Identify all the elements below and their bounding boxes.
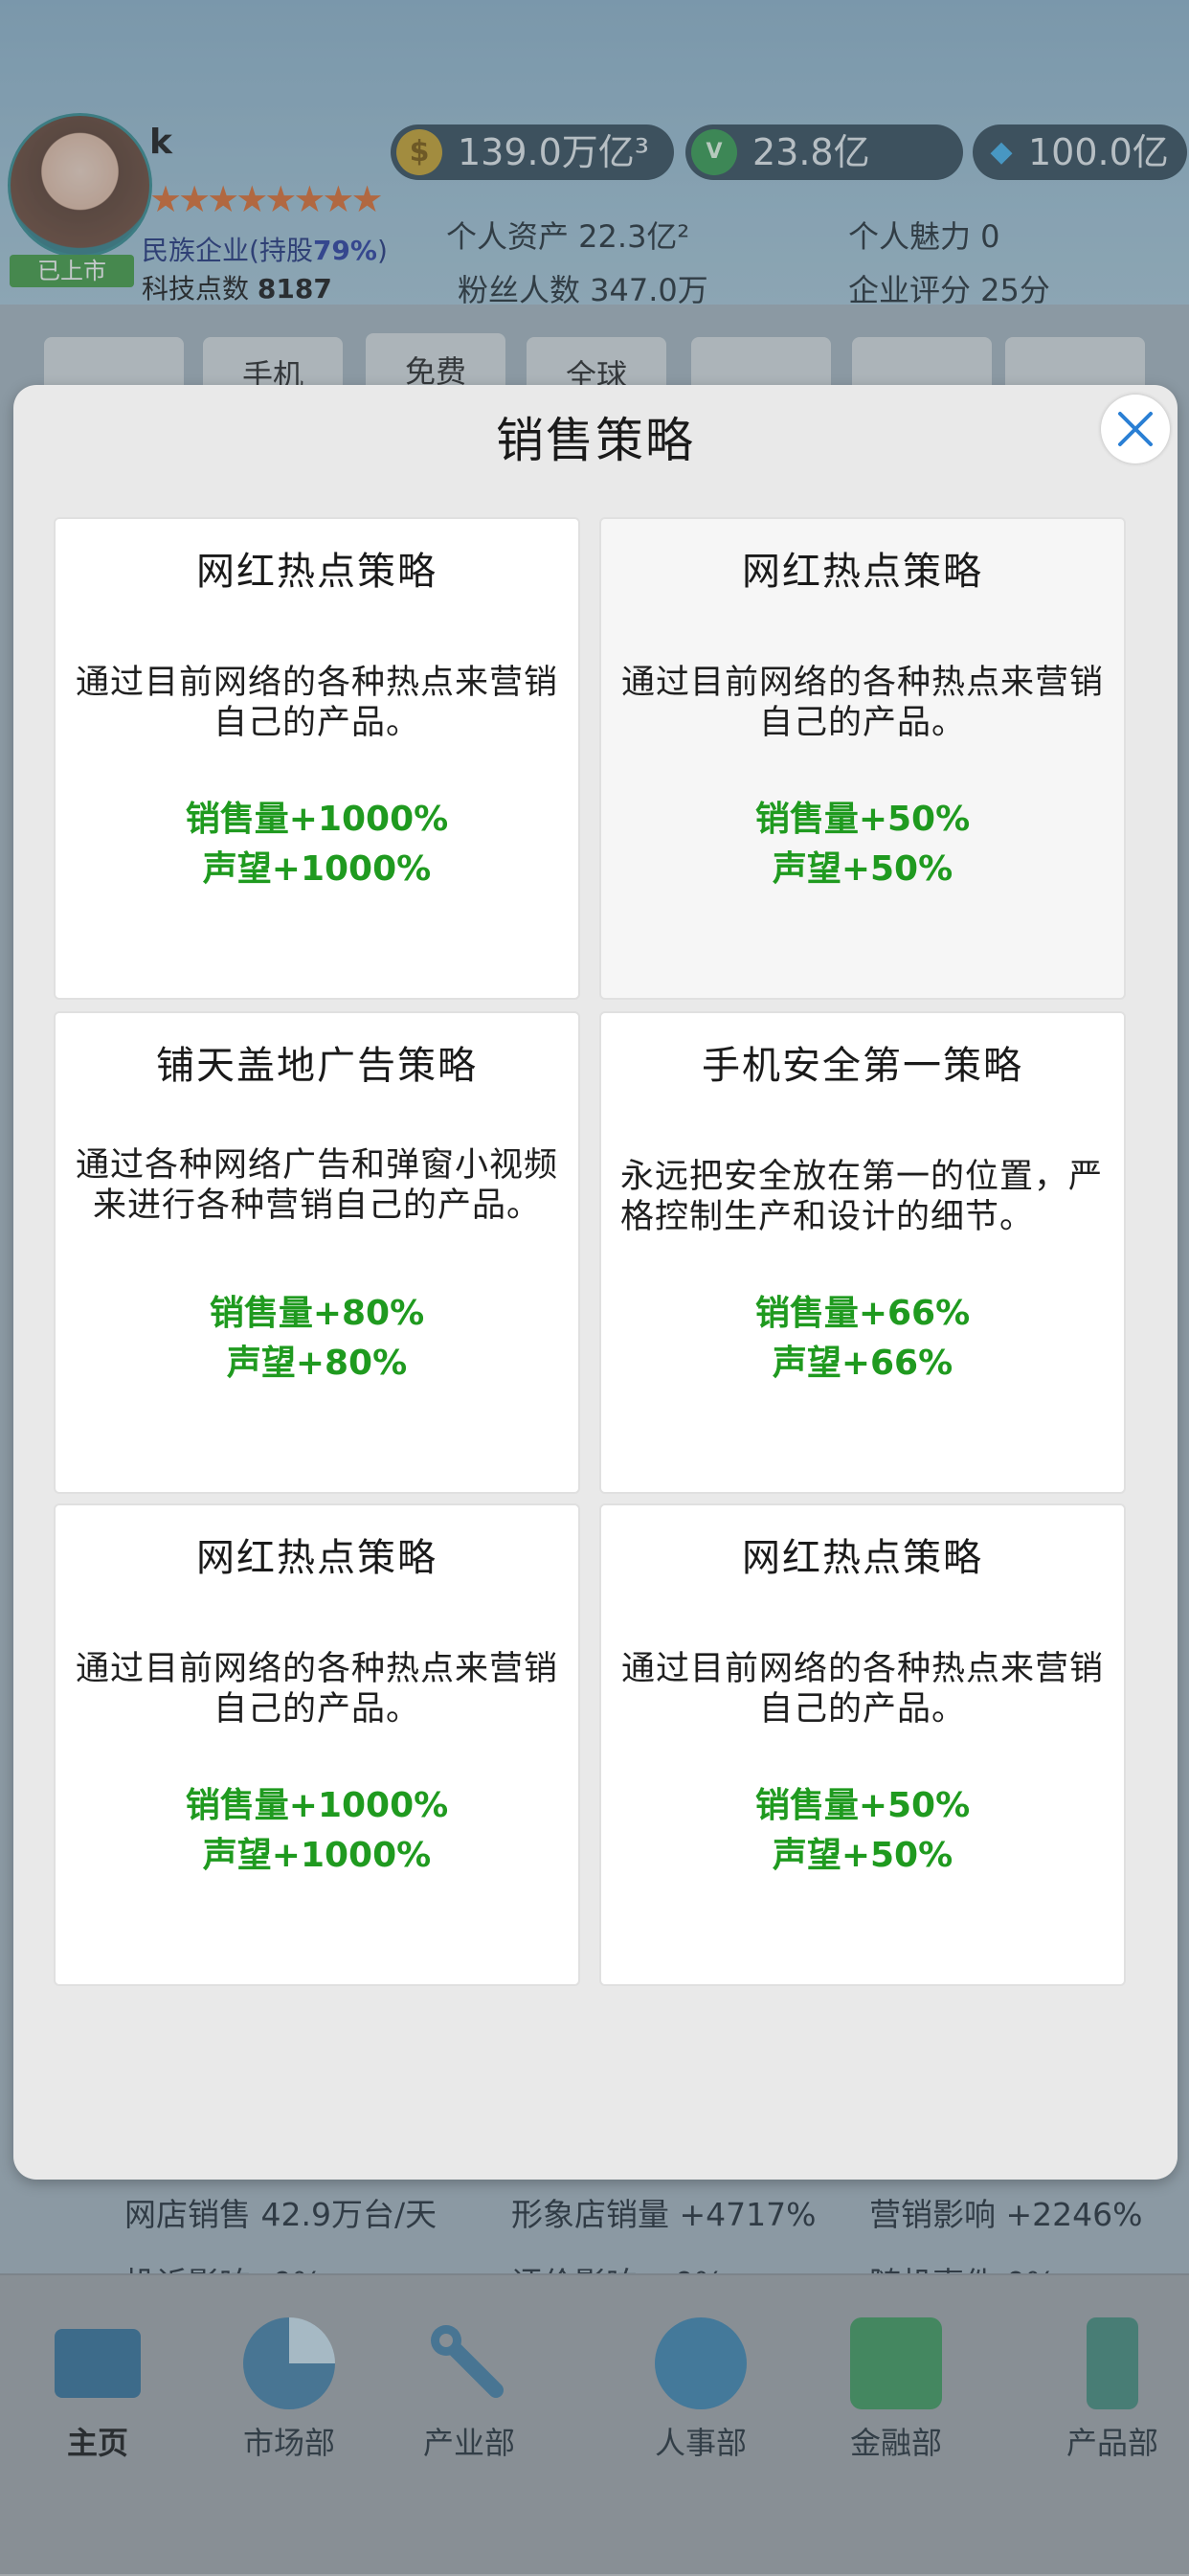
strategy-description: 通过目前网络的各种热点来营销自己的产品。 bbox=[620, 664, 1104, 742]
strategy-effects: 销售量+66% 声望+66% bbox=[601, 1289, 1124, 1389]
sales-effect: 销售量+80% bbox=[209, 1294, 425, 1333]
strategy-title: 网红热点策略 bbox=[742, 550, 983, 594]
strategy-card[interactable]: 网红热点策略 通过目前网络的各种热点来营销自己的产品。 销售量+1000% 声望… bbox=[54, 1503, 580, 1986]
strategy-title: 网红热点策略 bbox=[196, 1536, 437, 1580]
strategy-description: 通过目前网络的各种热点来营销自己的产品。 bbox=[620, 1650, 1104, 1729]
dialog-title: 销售策略 bbox=[496, 413, 695, 468]
reputation-effect: 声望+1000% bbox=[202, 1836, 432, 1875]
strategy-card[interactable]: 手机安全第一策略 永远把安全放在第一的位置，严格控制生产和设计的细节。 销售量+… bbox=[599, 1011, 1126, 1494]
strategy-description: 通过目前网络的各种热点来营销自己的产品。 bbox=[75, 1650, 558, 1729]
strategy-effects: 销售量+50% 声望+50% bbox=[601, 795, 1124, 894]
strategy-card[interactable]: 网红热点策略 通过目前网络的各种热点来营销自己的产品。 销售量+50% 声望+5… bbox=[599, 517, 1126, 1000]
reputation-effect: 声望+1000% bbox=[202, 849, 432, 889]
sales-effect: 销售量+1000% bbox=[185, 800, 449, 839]
sales-strategy-dialog: 销售策略 网红热点策略 通过目前网络的各种热点来营销自己的产品。 销售量+100… bbox=[13, 385, 1178, 2180]
strategy-title: 网红热点策略 bbox=[742, 1536, 983, 1580]
sales-effect: 销售量+50% bbox=[754, 800, 971, 839]
sales-effect: 销售量+50% bbox=[754, 1786, 971, 1825]
strategy-title: 铺天盖地广告策略 bbox=[156, 1044, 478, 1088]
close-icon bbox=[1118, 412, 1153, 446]
strategy-effects: 销售量+1000% 声望+1000% bbox=[56, 795, 578, 894]
strategy-description: 永远把安全放在第一的位置，严格控制生产和设计的细节。 bbox=[620, 1158, 1104, 1236]
strategy-effects: 销售量+1000% 声望+1000% bbox=[56, 1781, 578, 1881]
strategy-card[interactable]: 网红热点策略 通过目前网络的各种热点来营销自己的产品。 销售量+50% 声望+5… bbox=[599, 1503, 1126, 1986]
reputation-effect: 声望+66% bbox=[772, 1344, 953, 1383]
strategy-title: 网红热点策略 bbox=[196, 550, 437, 594]
strategy-card[interactable]: 铺天盖地广告策略 通过各种网络广告和弹窗小视频来进行各种营销自己的产品。 销售量… bbox=[54, 1011, 580, 1494]
reputation-effect: 声望+80% bbox=[226, 1344, 408, 1383]
strategy-description: 通过目前网络的各种热点来营销自己的产品。 bbox=[75, 664, 558, 742]
reputation-effect: 声望+50% bbox=[772, 849, 953, 889]
close-button[interactable] bbox=[1101, 395, 1170, 463]
reputation-effect: 声望+50% bbox=[772, 1836, 953, 1875]
strategy-effects: 销售量+50% 声望+50% bbox=[601, 1781, 1124, 1881]
strategy-card[interactable]: 网红热点策略 通过目前网络的各种热点来营销自己的产品。 销售量+1000% 声望… bbox=[54, 517, 580, 1000]
sales-effect: 销售量+66% bbox=[754, 1294, 971, 1333]
strategy-description: 通过各种网络广告和弹窗小视频来进行各种营销自己的产品。 bbox=[75, 1146, 558, 1225]
sales-effect: 销售量+1000% bbox=[185, 1786, 449, 1825]
strategy-title: 手机安全第一策略 bbox=[702, 1044, 1023, 1088]
strategy-effects: 销售量+80% 声望+80% bbox=[56, 1289, 578, 1389]
